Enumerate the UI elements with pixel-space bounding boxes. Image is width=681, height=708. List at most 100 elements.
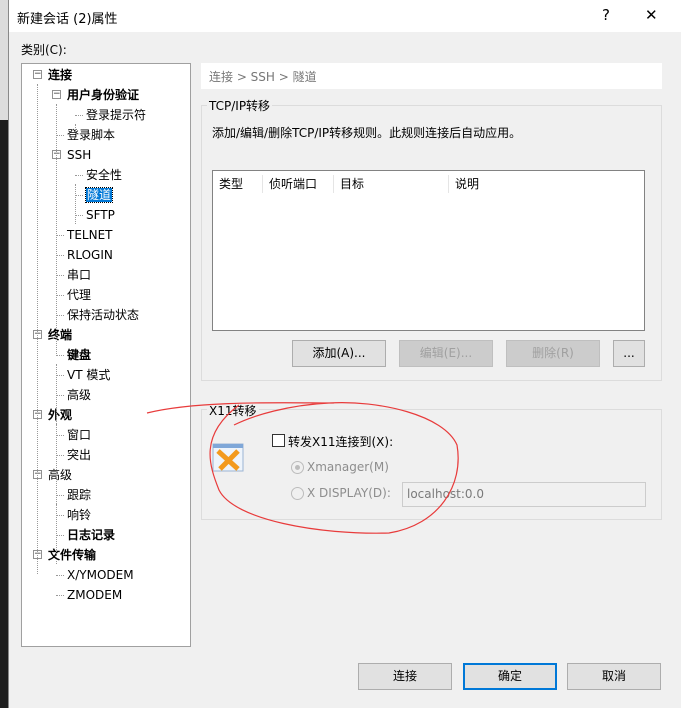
collapse-icon[interactable]: − — [52, 90, 61, 99]
tree-connector — [56, 315, 64, 316]
tree-item[interactable]: 突出 — [67, 446, 91, 464]
tree-connector — [56, 275, 64, 276]
tree-connector — [56, 515, 64, 516]
tree-item[interactable]: 代理 — [67, 286, 91, 304]
column-listen-port[interactable]: 侦听端口 — [263, 175, 334, 193]
tree-item-label: 键盘 — [67, 348, 92, 362]
tree-item[interactable]: VT 模式 — [67, 366, 110, 384]
tree-connector — [75, 115, 83, 116]
collapse-icon[interactable]: − — [33, 70, 42, 79]
tree-item-label: X/YMODEM — [67, 568, 134, 582]
tcpip-title: TCP/IP转移 — [207, 97, 273, 114]
tree-item[interactable]: 跟踪 — [67, 486, 91, 504]
tree-item-label: 安全性 — [86, 168, 123, 182]
window-title: 新建会话 (2)属性 — [17, 12, 118, 27]
tree-connector — [56, 355, 64, 356]
tree-connector — [56, 535, 64, 536]
tree-connector — [56, 395, 64, 396]
more-button[interactable]: ... — [613, 340, 645, 367]
help-button[interactable]: ? — [602, 6, 610, 24]
tree-item-label: 保持活动状态 — [67, 308, 140, 322]
tree-connector — [75, 175, 83, 176]
column-target[interactable]: 目标 — [334, 175, 449, 193]
cancel-button[interactable]: 取消 — [567, 663, 661, 690]
tree-item-label: 外观 — [48, 408, 73, 422]
tree-item-label: 登录提示符 — [86, 108, 147, 122]
background-window — [0, 0, 8, 120]
ok-button[interactable]: 确定 — [463, 663, 557, 690]
tcpip-rules-list[interactable]: 类型 侦听端口 目标 说明 — [212, 170, 645, 331]
tree-item-label: 高级 — [48, 468, 73, 482]
tree-connector — [56, 135, 64, 136]
category-tree[interactable]: 连接 − 用户身份验证 − 登录提示符 登录脚本 SSH − 安全性 隧道 SFTP TELNET RL… — [21, 63, 191, 647]
tree-item[interactable]: 串口 — [67, 266, 91, 284]
tree-item[interactable]: 外观 — [48, 406, 72, 424]
tree-item[interactable]: RLOGIN — [67, 246, 113, 264]
session-properties-dialog: 新建会话 (2)属性 ? ✕ 类别(C): 连接 − 用户身份验证 − 登录提示符 登录脚… — [8, 0, 681, 708]
tree-item[interactable]: SSH — [67, 146, 91, 164]
tree-item[interactable]: 日志记录 — [67, 526, 115, 544]
tree-item[interactable]: 保持活动状态 — [67, 306, 139, 324]
tree-item-label: 隧道 — [84, 187, 114, 203]
tree-item-label: 连接 — [48, 68, 73, 82]
tree-connector — [56, 235, 64, 236]
tree-item-label: 突出 — [67, 448, 92, 462]
tree-item-label: 高级 — [67, 388, 92, 402]
tree-item-label: RLOGIN — [67, 248, 113, 262]
tree-item-label: VT 模式 — [67, 368, 111, 382]
tcpip-description: 添加/编辑/删除TCP/IP转移规则。此规则连接后自动应用。 — [212, 126, 522, 140]
edit-button[interactable]: 编辑(E)... — [399, 340, 493, 367]
tree-item[interactable]: 窗口 — [67, 426, 91, 444]
tree-connector — [56, 255, 64, 256]
tree-connector — [56, 595, 64, 596]
delete-button[interactable]: 删除(R) — [506, 340, 600, 367]
category-label: 类别(C): — [21, 43, 67, 57]
breadcrumb: 连接 > SSH > 隧道 — [201, 63, 662, 89]
tree-item[interactable]: TELNET — [67, 226, 113, 244]
tree-item[interactable]: 高级 — [67, 386, 91, 404]
tree-connector — [37, 84, 38, 574]
tree-item[interactable]: 用户身份验证 — [67, 86, 139, 104]
column-type[interactable]: 类型 — [213, 175, 263, 193]
tree-item-label: SSH — [67, 148, 92, 162]
tree-item-label: 终端 — [48, 328, 73, 342]
tree-item[interactable]: 登录提示符 — [86, 106, 146, 124]
red-annotation-circle — [146, 402, 459, 534]
tree-connector — [56, 495, 64, 496]
tree-item[interactable]: 高级 — [48, 466, 72, 484]
tree-connector — [75, 215, 83, 216]
close-button[interactable]: ✕ — [645, 6, 658, 24]
tree-item-label: ZMODEM — [67, 588, 123, 602]
tree-item-label: SFTP — [86, 208, 115, 222]
add-button[interactable]: 添加(A)... — [292, 340, 386, 367]
tree-item[interactable]: 隧道 — [84, 186, 114, 204]
tree-connector — [75, 124, 76, 134]
tree-item[interactable]: 安全性 — [86, 166, 122, 184]
tree-connector — [75, 184, 76, 224]
tree-item[interactable]: 连接 — [48, 66, 72, 84]
tree-connector — [56, 295, 64, 296]
tree-item-label: 日志记录 — [67, 528, 116, 542]
tree-item[interactable]: 键盘 — [67, 346, 91, 364]
tree-connector — [56, 435, 64, 436]
tree-item-label: TELNET — [67, 228, 113, 242]
tree-connector — [75, 195, 83, 196]
tree-item-label: 跟踪 — [67, 488, 92, 502]
tree-item[interactable]: 终端 — [48, 326, 72, 344]
tree-connector — [56, 104, 57, 354]
tree-item[interactable]: X/YMODEM — [67, 566, 134, 584]
tree-item-label: 响铃 — [67, 508, 92, 522]
tree-connector — [56, 364, 57, 424]
tree-item-label: 窗口 — [67, 428, 92, 442]
tree-item-label: 用户身份验证 — [67, 88, 140, 102]
tree-item[interactable]: SFTP — [86, 206, 115, 224]
tree-item[interactable]: 响铃 — [67, 506, 91, 524]
tree-connector — [56, 375, 64, 376]
connect-button[interactable]: 连接 — [358, 663, 452, 690]
tree-item-label: 串口 — [67, 268, 92, 282]
tree-connector — [56, 575, 64, 576]
tree-connector — [56, 504, 57, 564]
column-description[interactable]: 说明 — [449, 175, 579, 193]
tree-connector — [56, 455, 64, 456]
tree-item[interactable]: ZMODEM — [67, 586, 122, 604]
